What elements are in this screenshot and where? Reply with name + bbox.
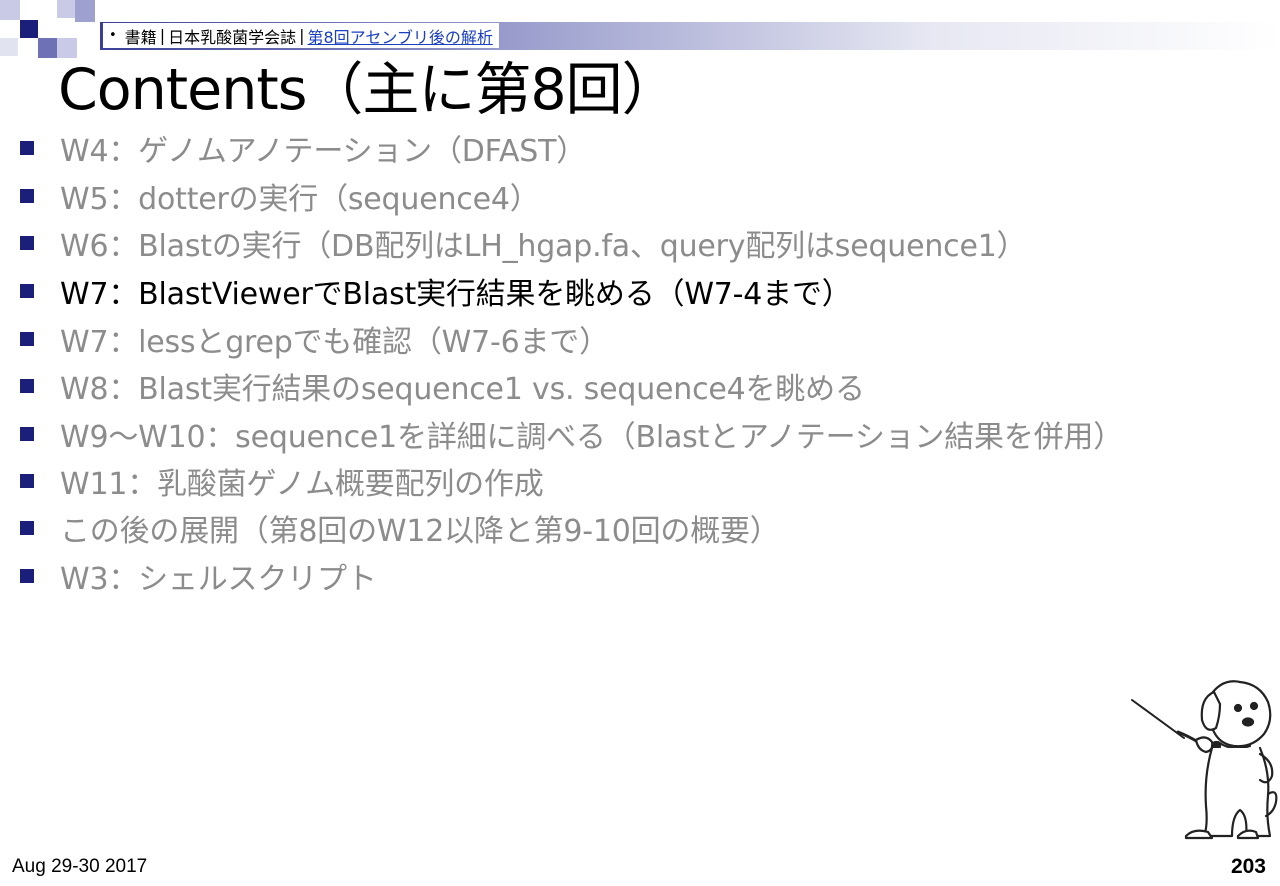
square-bullet-icon: [20, 284, 34, 298]
list-item-text: W7：lessとgrepでも確認（W7-6まで）: [60, 325, 609, 360]
breadcrumb-link[interactable]: 第8回アセンブリ後の解析: [307, 24, 492, 48]
slide-number: 203: [1230, 855, 1266, 878]
breadcrumb-journal: 日本乳酸菌学会誌: [168, 27, 297, 47]
corner-square-3: [57, 0, 75, 18]
breadcrumb-separator: |: [299, 26, 305, 45]
corner-square-7: [57, 38, 77, 58]
square-bullet-icon: [20, 141, 34, 155]
square-bullet-icon: [20, 379, 34, 393]
list-item-text: W8：Blast実行結果のsequence1 vs. sequence4を眺める: [60, 372, 865, 407]
corner-square-6: [0, 38, 18, 56]
dog-pointer-illustration: [1131, 680, 1278, 840]
breadcrumb-book: 書籍: [124, 27, 157, 47]
square-bullet-icon: [20, 189, 34, 203]
corner-square-2: [20, 20, 38, 38]
list-item-text: W3：シェルスクリプト: [60, 562, 377, 597]
list-item-text: W9～W10：sequence1を詳細に調べる（Blastとアノテーション結果を…: [60, 420, 1124, 455]
list-item-text: W11：乳酸菌ゲノム概要配列の作成: [60, 467, 544, 502]
square-bullet-icon: [20, 474, 34, 488]
square-bullet-icon: [20, 521, 34, 535]
footer-date: Aug 29-30 2017: [12, 856, 148, 877]
list-item-text: この後の展開（第8回のW12以降と第9-10回の概要）: [60, 514, 780, 549]
corner-square-4: [75, 0, 95, 22]
list-item-text: W4：ゲノムアノテーション（DFAST）: [60, 134, 587, 169]
list-item-text: W6：Blastの実行（DB配列はLH_hgap.fa、query配列はsequ…: [60, 229, 1027, 264]
list-item-text: W5：dotterの実行（sequence4）: [60, 182, 540, 217]
square-bullet-icon: [20, 569, 34, 583]
page-title: Contents（主に第8回）: [58, 57, 679, 123]
list-item-text: W7：BlastViewerでBlast実行結果を眺める（W7-4まで）: [60, 277, 852, 312]
square-bullet-icon: [20, 427, 34, 441]
breadcrumb-separator: |: [159, 26, 166, 45]
square-bullet-icon: [20, 236, 34, 250]
breadcrumb: • 書籍 | 日本乳酸菌学会誌 | 第8回アセンブリ後の解析: [103, 23, 499, 48]
square-bullet-icon: [20, 332, 34, 346]
breadcrumb-bullet: •: [109, 28, 117, 43]
corner-square-5: [38, 38, 58, 58]
corner-square-1: [0, 0, 20, 20]
